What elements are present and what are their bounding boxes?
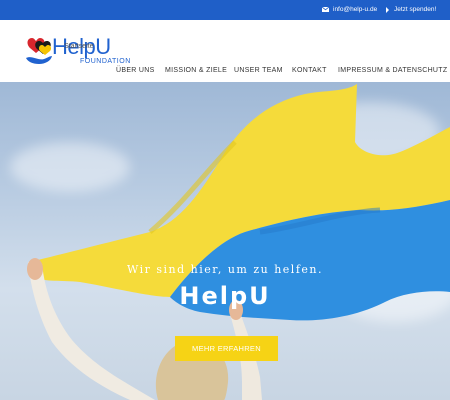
logo-sub: FOUNDATION bbox=[80, 58, 131, 65]
donate-text: Jetzt spenden! bbox=[394, 6, 437, 13]
nav-item-mission[interactable]: MISSION & ZIELE bbox=[165, 67, 227, 74]
nav-item-kontakt[interactable]: KONTAKT bbox=[292, 67, 327, 74]
nav-item-ueber-uns[interactable]: ÜBER UNS bbox=[116, 67, 155, 74]
site-header: HelpU FOUNDATION Startseite ÜBER UNS MIS… bbox=[0, 20, 450, 82]
email-text: info@help-u.de bbox=[333, 6, 378, 13]
learn-more-button[interactable]: MEHR ERFAHREN bbox=[175, 336, 278, 361]
envelope-icon bbox=[322, 7, 329, 12]
donate-link[interactable]: Jetzt spenden! bbox=[385, 6, 436, 13]
logo[interactable]: HelpU FOUNDATION Startseite bbox=[24, 34, 130, 70]
hero-tagline: Wir sind hier, um zu helfen. bbox=[127, 263, 323, 276]
chevron-right-icon bbox=[386, 6, 389, 13]
top-bar: info@help-u.de Jetzt spenden! bbox=[0, 0, 450, 20]
hero-section: Wir sind hier, um zu helfen. HelpU MEHR … bbox=[0, 82, 450, 400]
nav-item-home[interactable]: Startseite bbox=[64, 43, 94, 50]
nav-item-team[interactable]: UNSER TEAM bbox=[234, 67, 283, 74]
hero-title: HelpU bbox=[179, 282, 271, 310]
heart-hands-logo-icon bbox=[26, 38, 52, 64]
nav-item-impressum[interactable]: IMPRESSUM & DATENSCHUTZ bbox=[338, 67, 447, 74]
email-link[interactable]: info@help-u.de bbox=[322, 6, 377, 13]
main-nav: ÜBER UNS MISSION & ZIELE UNSER TEAM KONT… bbox=[0, 67, 450, 77]
